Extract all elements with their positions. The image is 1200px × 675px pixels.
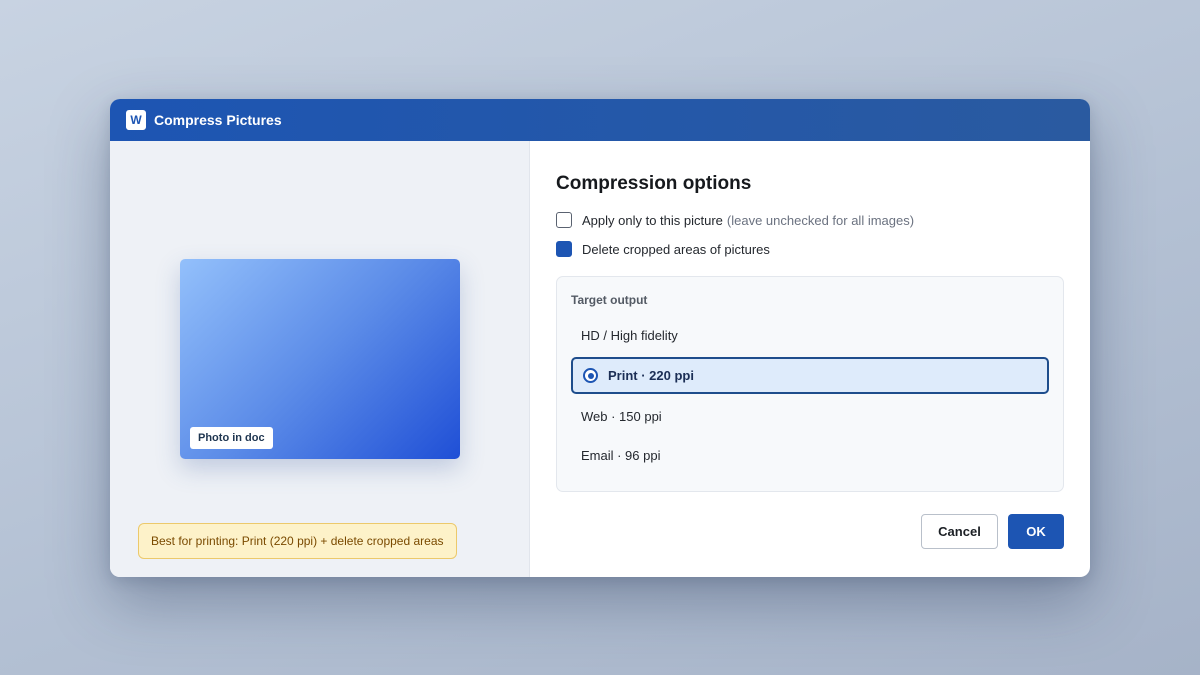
option-web-150-ppi[interactable]: Web · 150 ppi <box>571 398 1049 435</box>
option-label: Email · 96 ppi <box>581 448 661 463</box>
apply-only-checkbox-row[interactable]: Apply only to this picture (leave unchec… <box>556 212 914 228</box>
option-label: Print · 220 ppi <box>608 368 694 383</box>
title-bar: W Compress Pictures <box>110 99 1090 141</box>
options-panel: Compression options Apply only to this p… <box>530 141 1090 577</box>
compress-pictures-dialog: W Compress Pictures Photo in doc Best fo… <box>110 99 1090 577</box>
options-heading: Compression options <box>556 173 752 194</box>
cancel-button[interactable]: Cancel <box>921 514 998 549</box>
target-output-group: Target output HD / High fidelity Print ·… <box>556 276 1064 492</box>
apply-only-checkbox[interactable] <box>556 212 572 228</box>
target-output-label: Target output <box>571 293 648 307</box>
option-email-96-ppi[interactable]: Email · 96 ppi <box>571 437 1049 474</box>
delete-cropped-checkbox[interactable] <box>556 241 572 257</box>
apply-only-hint: (leave unchecked for all images) <box>726 212 915 228</box>
option-label: Web · 150 ppi <box>581 409 662 424</box>
ok-button[interactable]: OK <box>1008 514 1064 549</box>
selected-radio-icon <box>583 368 598 383</box>
option-print-220-ppi[interactable]: Print · 220 ppi <box>571 357 1049 394</box>
delete-cropped-label: Delete cropped areas of pictures <box>582 241 770 257</box>
dialog-body: Photo in doc Best for printing: Print (2… <box>110 141 1090 577</box>
option-hd-high-fidelity[interactable]: HD / High fidelity <box>571 317 1049 354</box>
recommendation-tip: Best for printing: Print (220 ppi) + del… <box>138 523 457 559</box>
photo-label: Photo in doc <box>190 427 273 449</box>
picture-preview: Photo in doc <box>180 259 460 459</box>
apply-only-label: Apply only to this picture <box>582 212 723 228</box>
option-label: HD / High fidelity <box>581 328 678 343</box>
dialog-title: Compress Pictures <box>154 112 282 128</box>
delete-cropped-checkbox-row[interactable]: Delete cropped areas of pictures <box>556 241 770 257</box>
preview-panel: Photo in doc Best for printing: Print (2… <box>110 141 530 577</box>
word-app-icon: W <box>126 110 146 130</box>
